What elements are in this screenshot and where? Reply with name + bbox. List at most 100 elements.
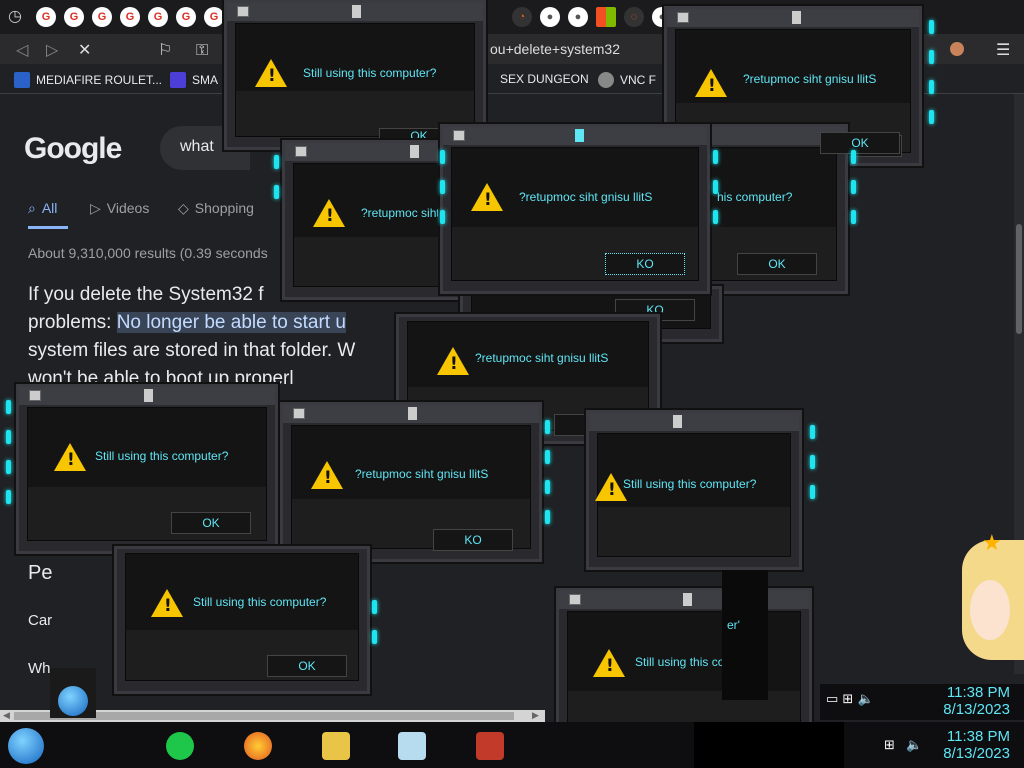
tab-videos[interactable]: ▷ Videos bbox=[90, 200, 149, 217]
tab-icon[interactable]: ● bbox=[568, 7, 588, 27]
title-bar[interactable] bbox=[227, 3, 483, 21]
close-icon[interactable] bbox=[352, 5, 361, 18]
close-icon[interactable] bbox=[575, 129, 584, 142]
close-icon[interactable] bbox=[408, 407, 417, 420]
windows-tab-icon[interactable] bbox=[596, 7, 616, 27]
tab-all[interactable]: ⌕ All bbox=[28, 200, 57, 217]
dialog-message: Still using this computer? bbox=[95, 449, 229, 463]
window-icon bbox=[237, 6, 249, 17]
close-icon[interactable] bbox=[673, 415, 682, 428]
snippet-line: system files are stored in that folder. … bbox=[28, 340, 356, 361]
system-clock[interactable]: 11:38 PM 8/13/2023 bbox=[943, 728, 1010, 762]
dialog-window[interactable]: Still using this computer? OK bbox=[114, 546, 370, 694]
mascot-character[interactable]: ★ bbox=[962, 530, 1024, 660]
bookmark-icon[interactable]: ⚐ bbox=[158, 40, 172, 59]
title-bar[interactable] bbox=[667, 9, 919, 27]
warning-icon bbox=[151, 589, 183, 617]
google-tab-icon[interactable]: G bbox=[148, 7, 168, 27]
firefox-icon[interactable] bbox=[244, 732, 272, 760]
scrollbar-thumb[interactable] bbox=[1016, 224, 1022, 334]
related-question[interactable]: Pe bbox=[28, 562, 52, 585]
title-bar[interactable] bbox=[559, 591, 809, 609]
tray-icons: ▭ ⊞ 🔈 bbox=[826, 692, 874, 707]
title-bar[interactable] bbox=[285, 143, 465, 161]
dialog-window[interactable]: Still using this computer? bbox=[586, 410, 802, 570]
google-logo[interactable]: Google bbox=[24, 132, 122, 166]
bookmark-label: SEX DUNGEON bbox=[500, 72, 589, 86]
toolbox-icon[interactable] bbox=[476, 732, 504, 760]
tab-icon[interactable]: ◔ bbox=[512, 7, 532, 27]
vnc-icon bbox=[598, 72, 614, 88]
bookmark-dungeon[interactable]: SEX DUNGEON bbox=[500, 72, 589, 86]
ok-button[interactable]: OK bbox=[171, 512, 251, 534]
start-button[interactable] bbox=[8, 728, 44, 764]
bookmark-vnc[interactable]: VNC F bbox=[598, 72, 656, 88]
bookmark-mediafire[interactable]: MEDIAFIRE ROULET... bbox=[14, 72, 162, 88]
related-question[interactable]: Car bbox=[28, 612, 52, 629]
mediafire-icon bbox=[14, 72, 30, 88]
close-icon[interactable] bbox=[792, 11, 801, 24]
dialog-window[interactable]: ?retupmoc siht gnisu llitS KO bbox=[280, 402, 542, 562]
ok-button[interactable]: OK bbox=[820, 132, 900, 154]
menu-icon[interactable]: ☰ bbox=[996, 40, 1010, 59]
back-icon[interactable]: ◁ bbox=[16, 40, 28, 59]
scroll-right-icon[interactable]: ▶ bbox=[532, 710, 539, 721]
video-icon: ▷ bbox=[90, 200, 101, 216]
warning-icon bbox=[695, 69, 727, 97]
avatar[interactable] bbox=[950, 42, 964, 56]
scroll-left-icon[interactable]: ◀ bbox=[3, 710, 10, 721]
network-icon[interactable]: ⊞ bbox=[884, 738, 895, 753]
url-text[interactable]: ou+delete+system32 bbox=[490, 41, 620, 57]
close-icon[interactable] bbox=[683, 593, 692, 606]
dialog-message: ?retupmoc siht gnisu llitS bbox=[743, 72, 877, 86]
history-icon[interactable]: ◷ bbox=[8, 6, 22, 25]
dialog-message: Still using this computer? bbox=[303, 66, 437, 80]
stop-icon[interactable]: ✕ bbox=[78, 40, 91, 59]
clock-date: 8/13/2023 bbox=[943, 701, 1010, 718]
notepad-icon[interactable] bbox=[398, 732, 426, 760]
related-question[interactable]: Wh bbox=[28, 660, 51, 677]
glitch-block bbox=[50, 668, 96, 718]
led bbox=[440, 180, 445, 194]
google-tab-icon[interactable]: G bbox=[36, 7, 56, 27]
dialog-window[interactable]: ?retupmoc siht gnisu llitS KO bbox=[440, 124, 710, 294]
led bbox=[6, 400, 11, 414]
google-tab-icon[interactable]: G bbox=[204, 7, 224, 27]
sticky-notes-icon[interactable] bbox=[166, 732, 194, 760]
google-tab-icon[interactable]: G bbox=[64, 7, 84, 27]
led bbox=[713, 150, 718, 164]
tab-icon[interactable]: ● bbox=[540, 7, 560, 27]
google-tab-icon[interactable]: G bbox=[120, 7, 140, 27]
led bbox=[545, 510, 550, 524]
close-icon[interactable] bbox=[144, 389, 153, 402]
sigma-icon bbox=[170, 72, 186, 88]
ghost-clock: 11:38 PM 8/13/2023 bbox=[943, 684, 1010, 718]
led bbox=[929, 110, 934, 124]
dialog-window[interactable]: Still using this computer? OK bbox=[16, 384, 278, 554]
tab-icon[interactable]: ◌ bbox=[624, 7, 644, 27]
bookmark-sma[interactable]: SMA bbox=[170, 72, 218, 88]
google-tab-icon[interactable]: G bbox=[92, 7, 112, 27]
title-bar[interactable] bbox=[19, 387, 275, 405]
google-tab-icon[interactable]: G bbox=[176, 7, 196, 27]
led bbox=[440, 150, 445, 164]
ok-button[interactable]: OK bbox=[737, 253, 817, 275]
ko-button[interactable]: KO bbox=[605, 253, 685, 275]
ok-button[interactable]: OK bbox=[267, 655, 347, 677]
title-bar[interactable] bbox=[589, 413, 799, 431]
led bbox=[713, 210, 718, 224]
led bbox=[6, 490, 11, 504]
file-explorer-icon[interactable] bbox=[322, 732, 350, 760]
ko-button[interactable]: KO bbox=[433, 529, 513, 551]
title-bar[interactable] bbox=[443, 127, 707, 145]
glitch-block bbox=[722, 570, 768, 700]
close-icon[interactable] bbox=[410, 145, 419, 158]
volume-icon[interactable]: 🔈 bbox=[906, 738, 922, 753]
window-icon bbox=[569, 594, 581, 605]
title-bar[interactable] bbox=[283, 405, 539, 423]
warning-icon bbox=[593, 649, 625, 677]
tab-shopping[interactable]: ◇ Shopping bbox=[178, 200, 254, 217]
led bbox=[440, 210, 445, 224]
forward-icon[interactable]: ▷ bbox=[46, 40, 58, 59]
dialog-message: Still using this computer? bbox=[193, 595, 327, 609]
